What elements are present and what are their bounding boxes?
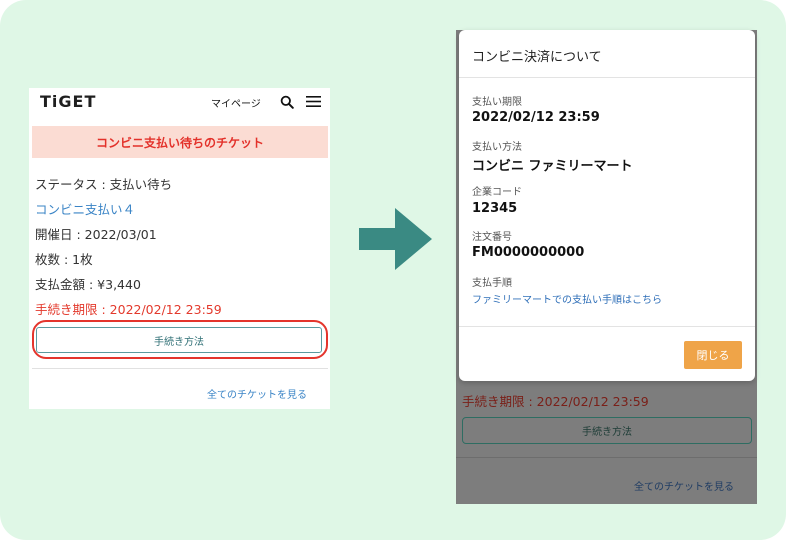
order-number-value: FM0000000000: [472, 245, 585, 260]
close-button[interactable]: 閉じる: [684, 341, 742, 369]
payment-info-modal: コンビニ決済について 支払い期限 2022/02/12 23:59 支払い方法 …: [459, 30, 755, 381]
status-text: ステータス : 支払い待ち: [35, 177, 173, 192]
payment-amount-text: 支払金額 : ¥3,440: [35, 277, 141, 292]
event-date-text: 開催日 : 2022/03/01: [35, 227, 157, 242]
company-code-label: 企業コード: [472, 187, 522, 198]
familymart-procedure-link[interactable]: ファミリーマートでの支払い手順はこちら: [472, 291, 662, 306]
right-arrow-icon: [359, 208, 432, 270]
search-icon[interactable]: [280, 95, 294, 109]
payment-deadline-label: 支払い期限: [472, 97, 522, 108]
divider: [32, 368, 328, 369]
procedure-button[interactable]: 手続き方法: [36, 327, 322, 353]
all-tickets-link[interactable]: 全てのチケットを見る: [207, 386, 307, 401]
mypage-link[interactable]: マイページ: [211, 95, 261, 110]
divider: [456, 457, 757, 458]
tiget-logo[interactable]: TiGET: [40, 92, 96, 111]
payment-method-label: 支払い方法: [472, 142, 522, 153]
background-all-tickets-link: 全てのチケットを見る: [634, 482, 734, 493]
ticket-count-text: 枚数 : 1枚: [35, 252, 93, 267]
convenience-payment-link[interactable]: コンビニ支払い４: [35, 199, 135, 218]
payment-deadline-value: 2022/02/12 23:59: [472, 110, 600, 125]
pending-payment-banner: コンビニ支払い待ちのチケット: [32, 126, 328, 158]
company-code-value: 12345: [472, 201, 518, 216]
payment-procedure-label: 支払手順: [472, 278, 512, 289]
payment-method-value: コンビニ ファミリーマート: [472, 159, 633, 174]
order-number-label: 注文番号: [472, 232, 512, 243]
background-deadline-text: 手続き期限 : 2022/02/12 23:59: [462, 394, 649, 409]
background-procedure-button: 手続き方法: [462, 417, 752, 444]
deadline-text: 手続き期限 : 2022/02/12 23:59: [35, 302, 222, 317]
left-phone-screen: TiGET マイページ コンビニ支払い待ちのチケット ステータス : 支払い待ち…: [29, 88, 330, 409]
modal-header-divider: [459, 77, 755, 78]
app-header: TiGET マイページ: [29, 88, 330, 118]
hamburger-menu-icon[interactable]: [306, 95, 321, 108]
tutorial-canvas: TiGET マイページ コンビニ支払い待ちのチケット ステータス : 支払い待ち…: [0, 0, 786, 540]
modal-title: コンビニ決済について: [472, 50, 602, 65]
modal-footer-divider: [459, 326, 755, 327]
